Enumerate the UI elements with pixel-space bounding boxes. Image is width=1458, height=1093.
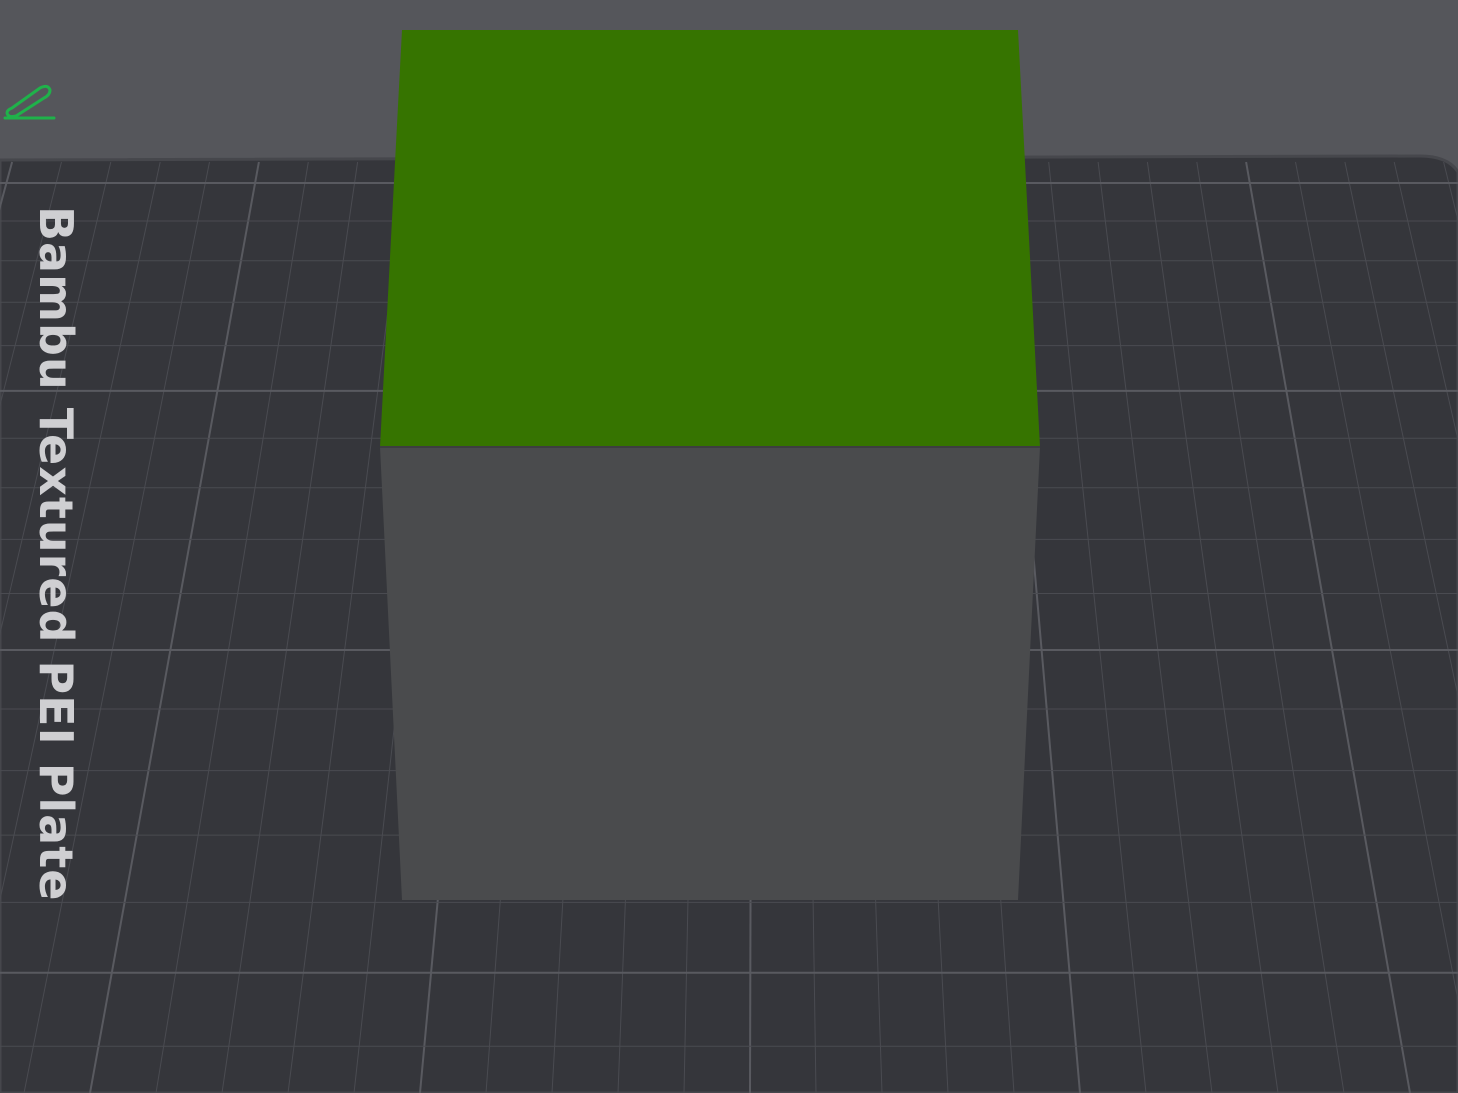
3d-viewport[interactable]: Bambu Textured PEI Plate (0, 0, 1458, 1093)
plate-name-label: Bambu Textured PEI Plate (29, 206, 83, 901)
pencil-icon[interactable] (0, 78, 60, 124)
cube-side-face[interactable] (380, 447, 1040, 900)
build-plate-scene[interactable]: Bambu Textured PEI Plate (0, 0, 1458, 1093)
cube-top-face[interactable] (380, 30, 1040, 447)
plate-name-group: Bambu Textured PEI Plate (29, 206, 83, 901)
